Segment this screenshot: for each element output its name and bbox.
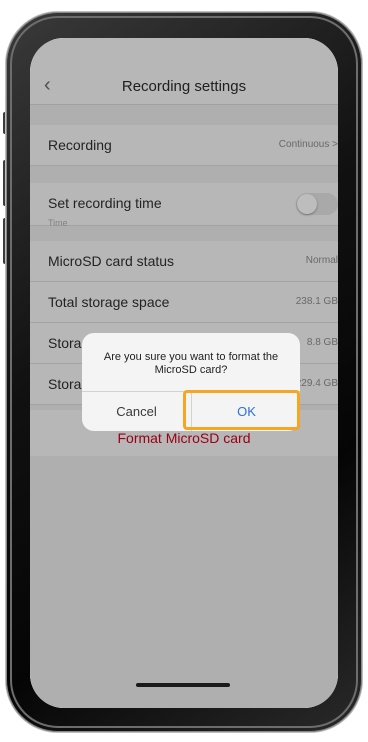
ok-button-highlight: [183, 390, 300, 430]
dialog-message: Are you sure you want to format the Micr…: [103, 351, 279, 376]
home-indicator[interactable]: [136, 683, 230, 687]
cancel-button[interactable]: Cancel: [82, 392, 191, 431]
phone-screen: ‹ Recording settings Recording Continuou…: [30, 38, 338, 708]
stage: ‹ Recording settings Recording Continuou…: [0, 0, 368, 742]
